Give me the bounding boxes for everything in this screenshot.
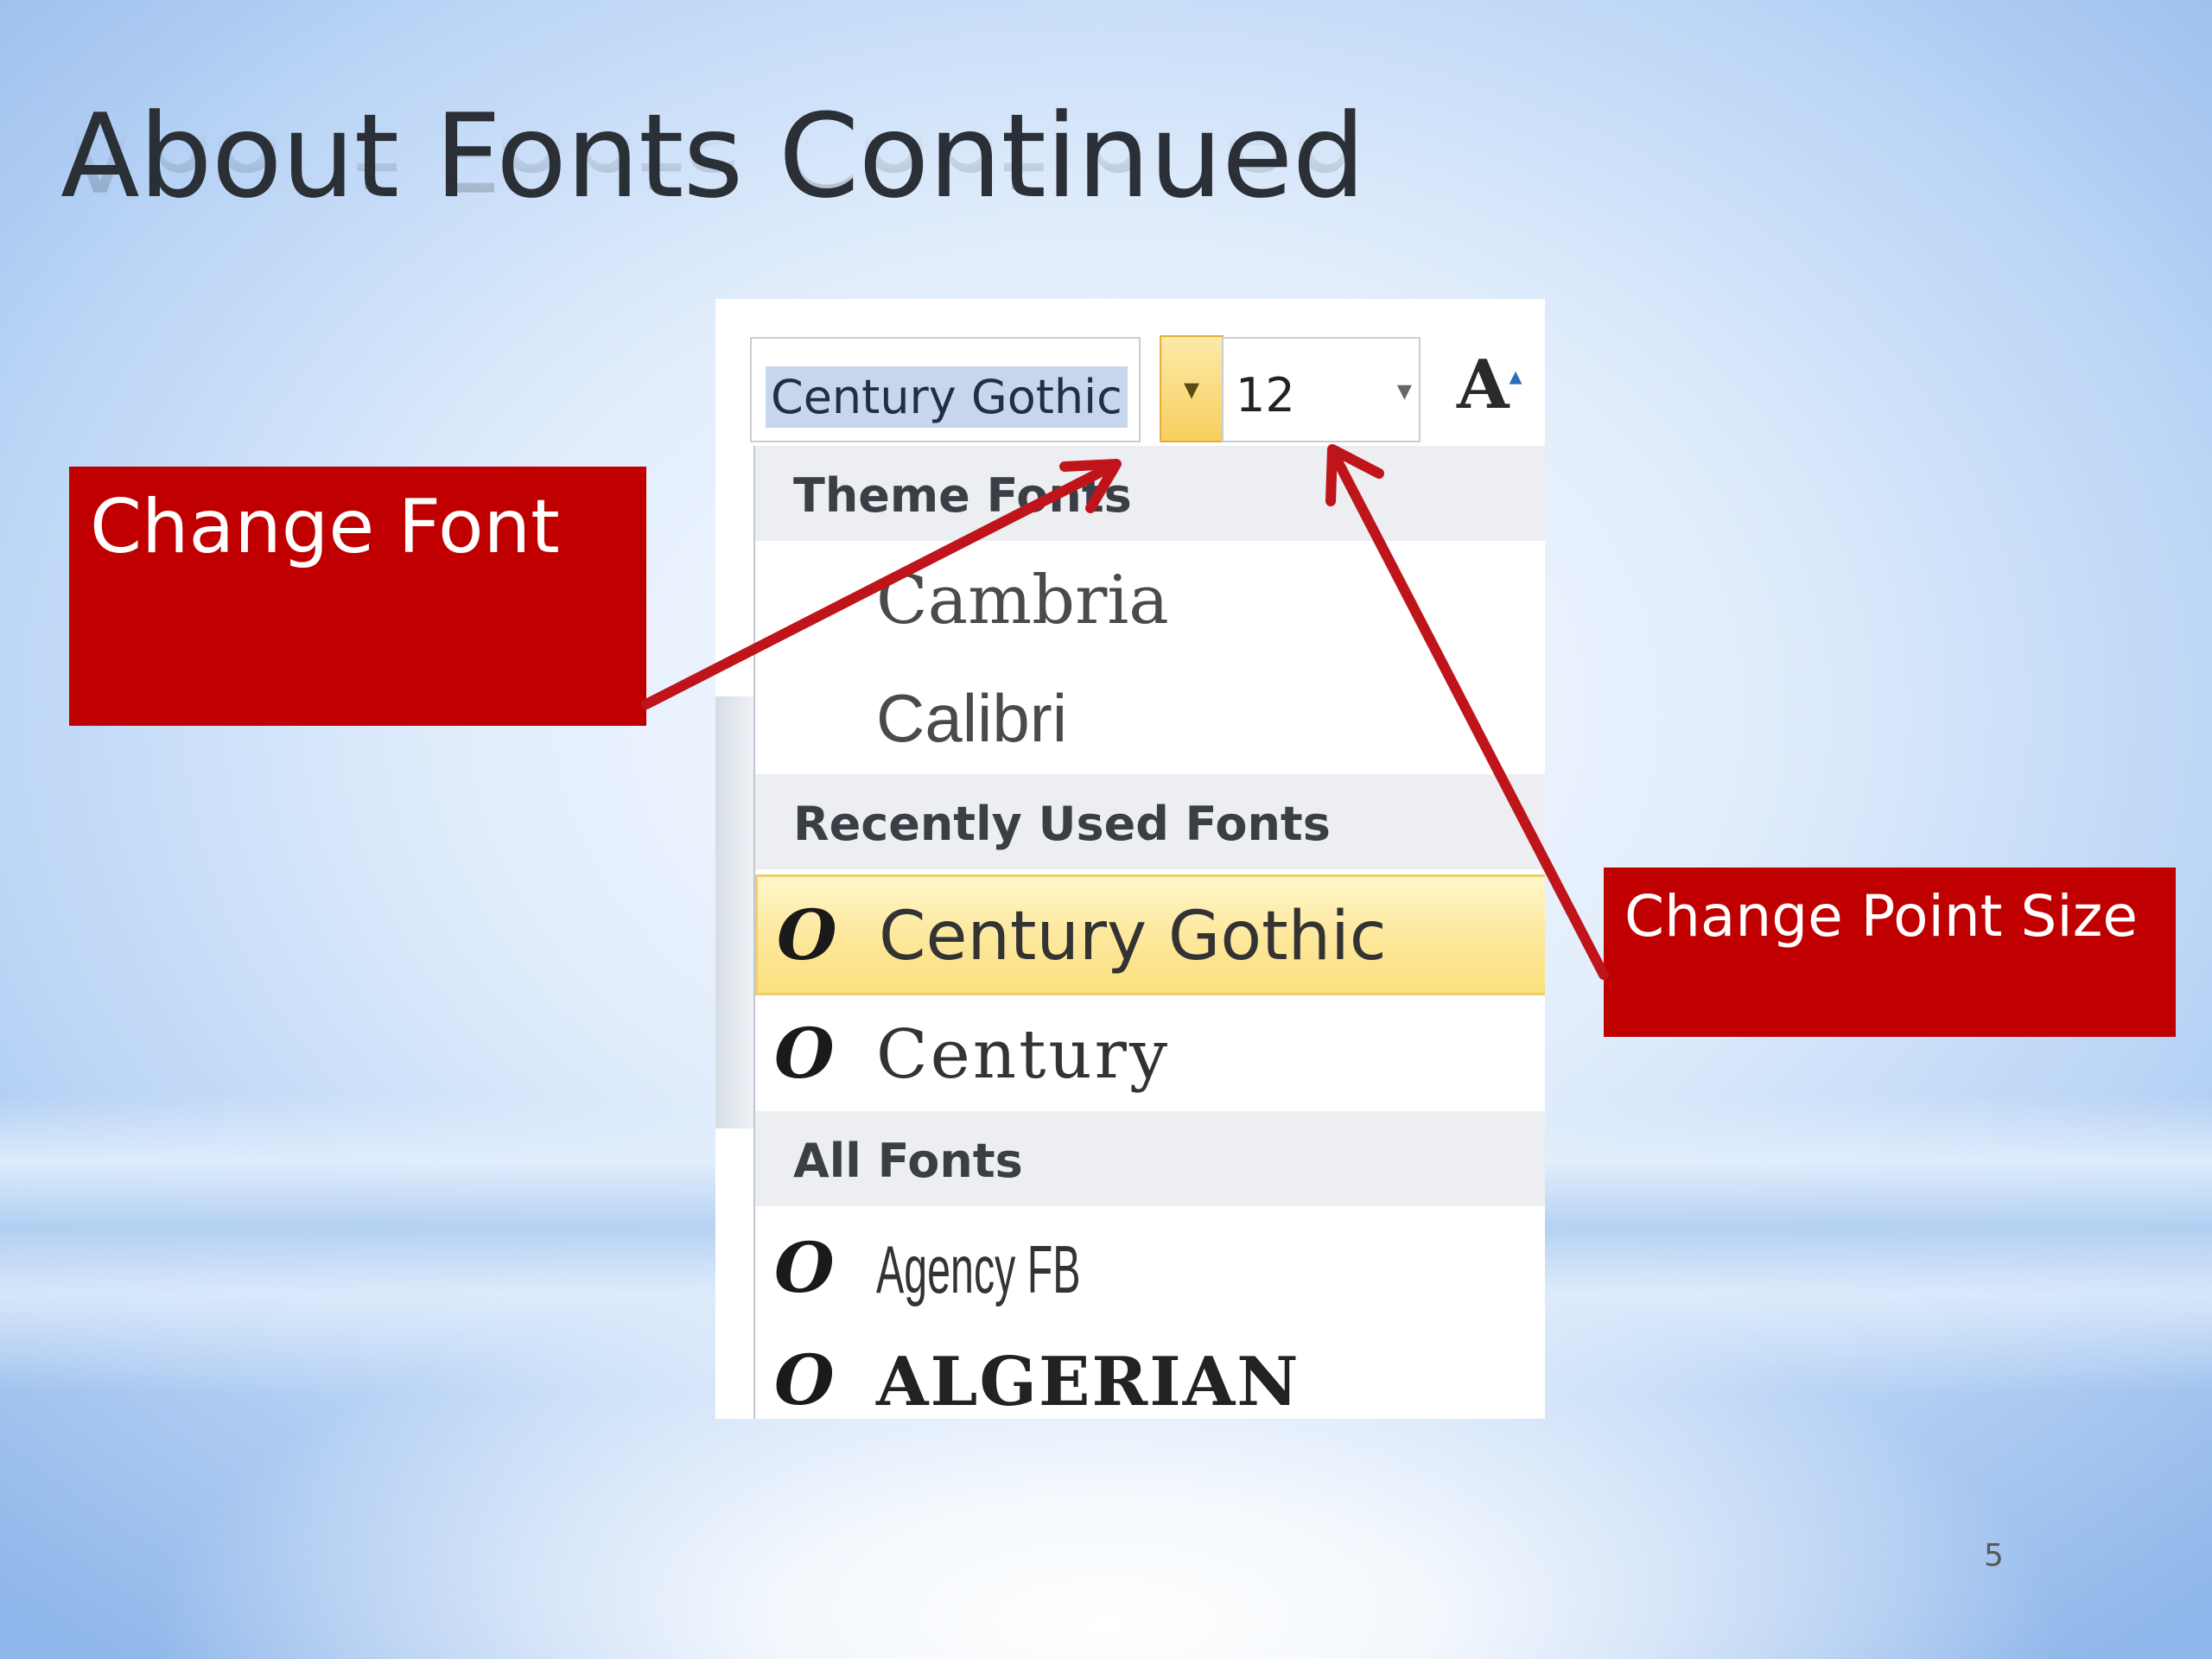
change-font-arrow — [641, 460, 1120, 709]
page-number: 5 — [1984, 1538, 2004, 1573]
callout-arrows — [641, 444, 1609, 980]
change-size-arrow — [1327, 446, 1609, 980]
